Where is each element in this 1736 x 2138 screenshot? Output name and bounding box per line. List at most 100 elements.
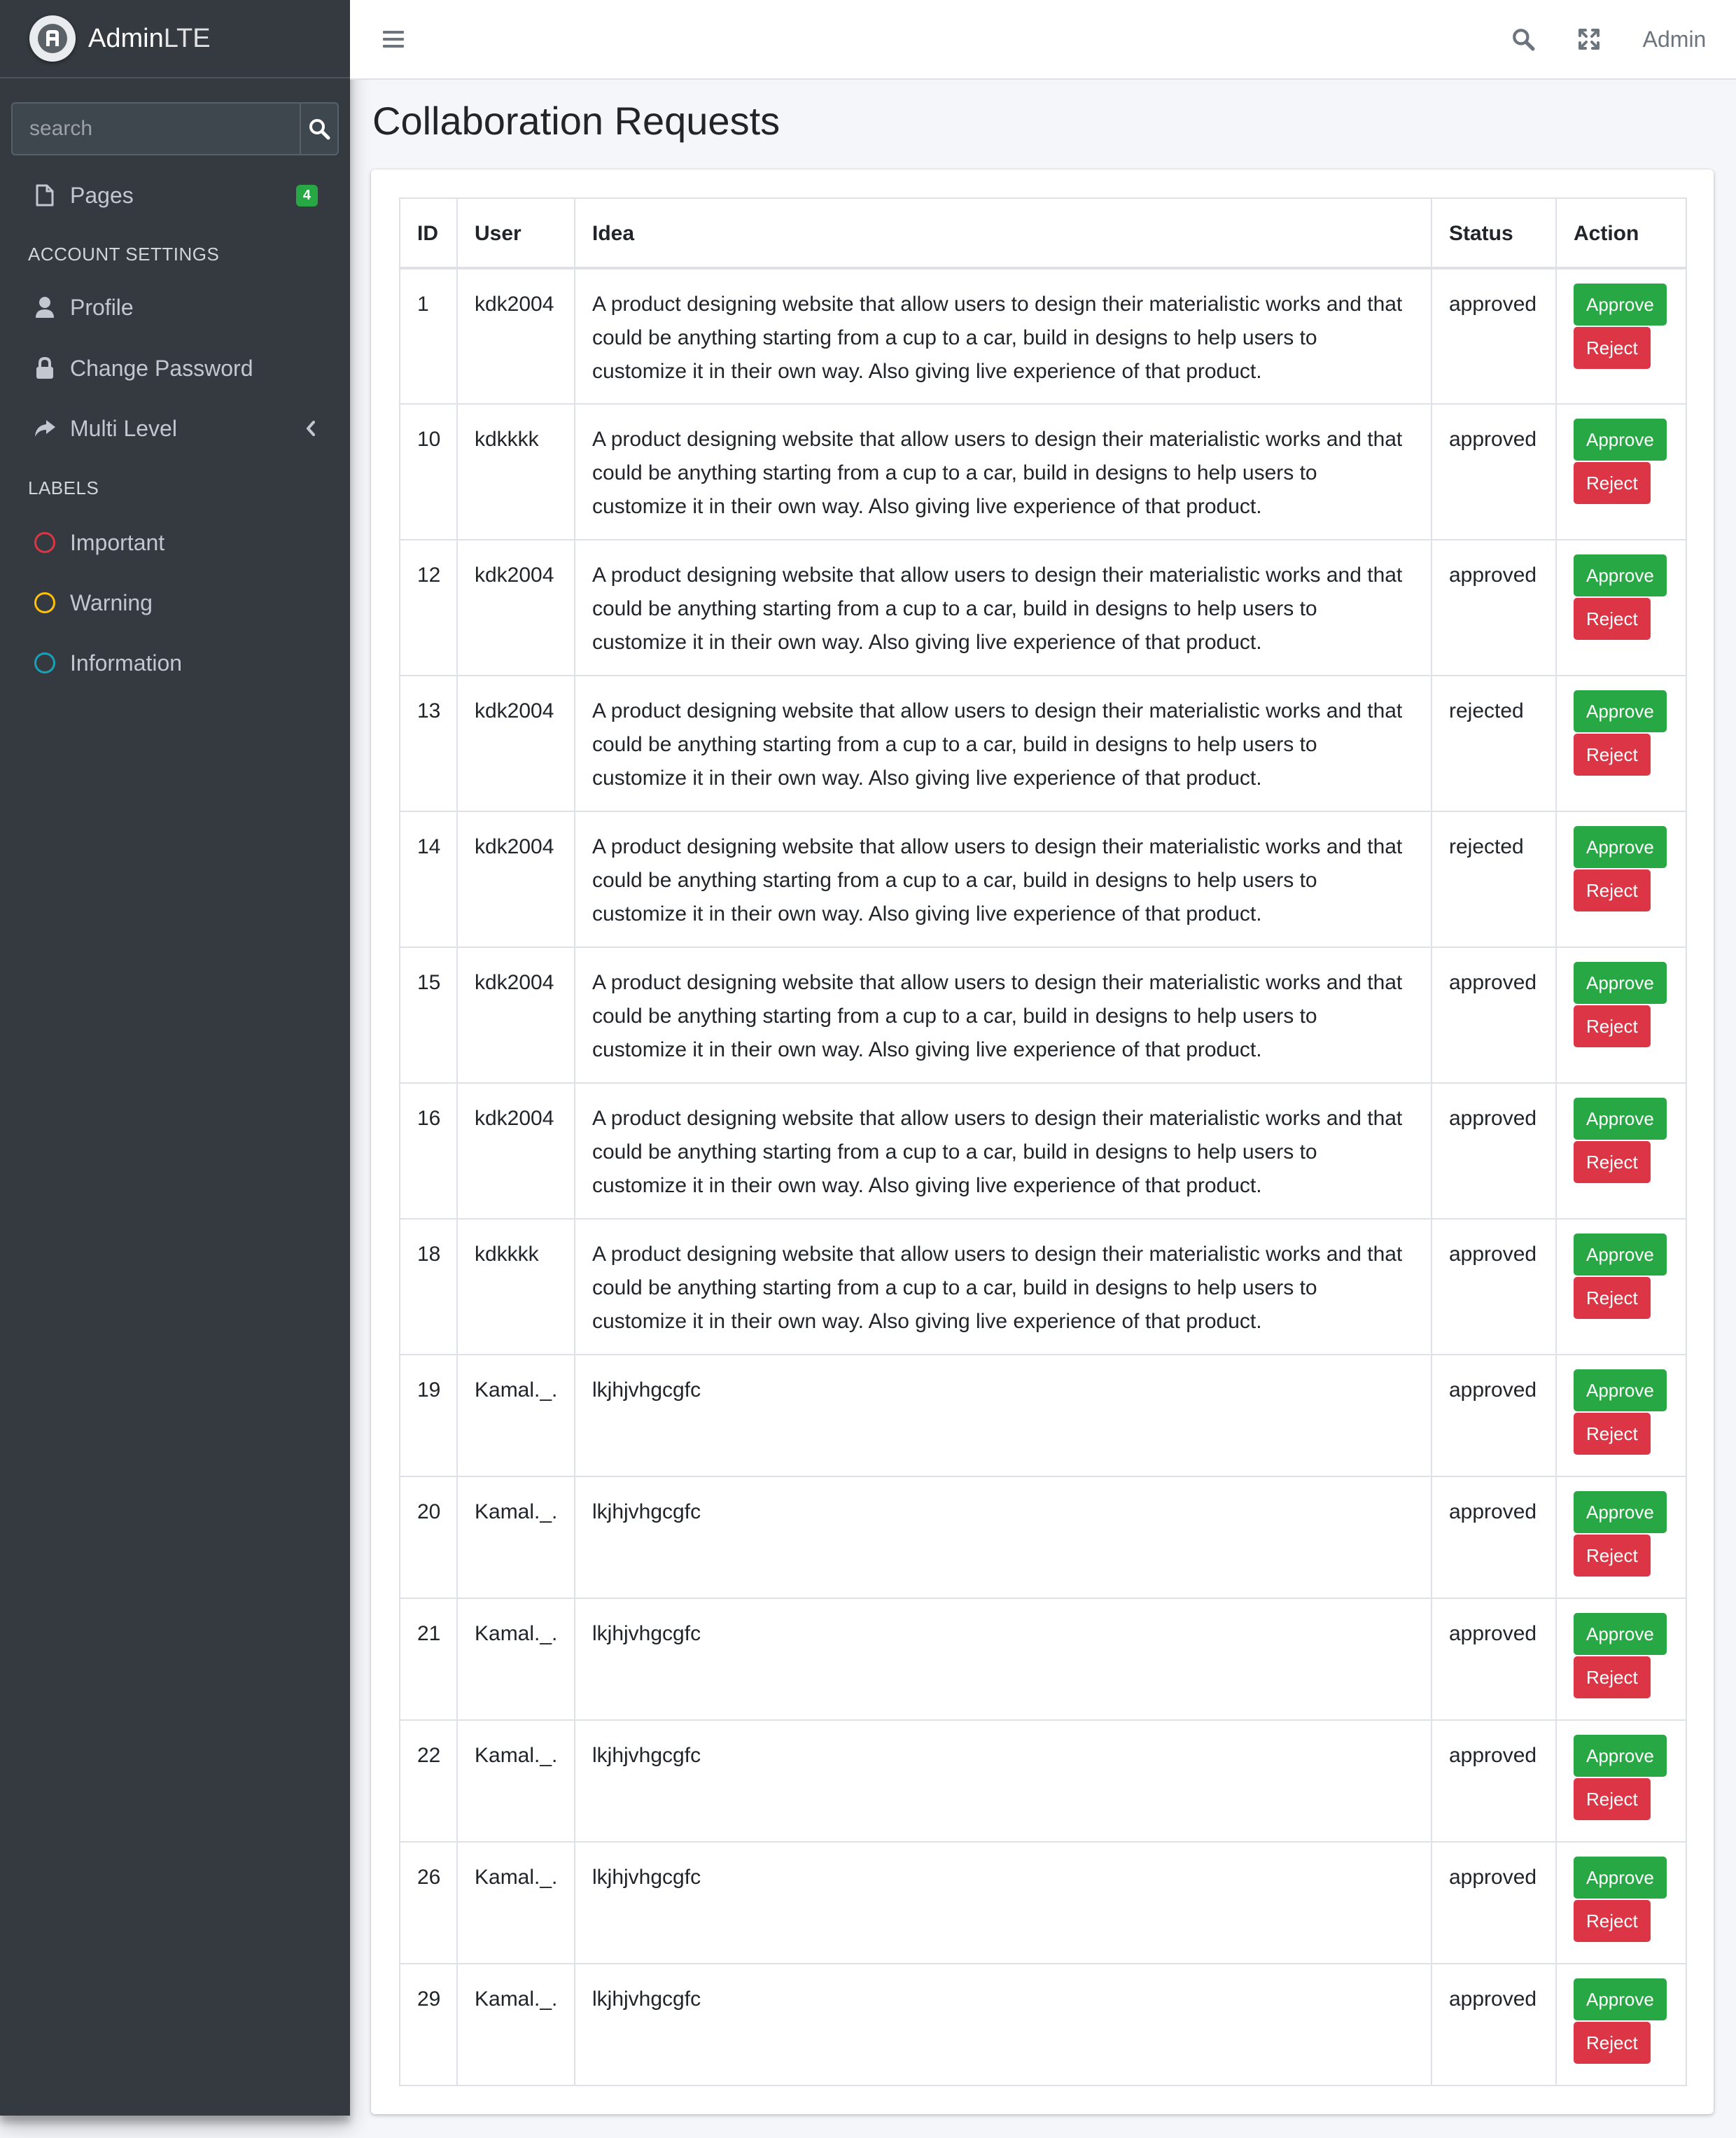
cell-id: 19 [399, 1354, 458, 1477]
table-row: 29 Kamal._. lkjhjvhgcgfc approved Approve Rej… [399, 1963, 1687, 2086]
cell-idea: lkjhjvhgcgfc [574, 1719, 1432, 1843]
approve-button[interactable]: Approve [1574, 826, 1667, 868]
action-buttons: Approve Reject [1574, 1234, 1669, 1319]
cell-action: Approve Reject [1555, 1841, 1687, 1964]
approve-button[interactable]: Approve [1574, 1491, 1667, 1533]
cell-user: kdk2004 [456, 539, 575, 676]
column-header-id: ID [399, 197, 458, 270]
approve-button[interactable]: Approve [1574, 419, 1667, 461]
sidebar-search-button[interactable] [300, 102, 339, 155]
cell-action: Approve Reject [1555, 811, 1687, 948]
reject-button[interactable]: Reject [1574, 1778, 1651, 1820]
sidebar-search-input[interactable] [11, 102, 300, 155]
reject-button[interactable]: Reject [1574, 1005, 1651, 1047]
action-buttons: Approve Reject [1574, 1491, 1669, 1577]
action-buttons: Approve Reject [1574, 419, 1669, 504]
approve-button[interactable]: Approve [1574, 284, 1667, 326]
sidebar-item-pages[interactable]: Pages 4 [11, 171, 339, 220]
column-header-action: Action [1555, 197, 1687, 270]
cell-user: kdkkkk [456, 403, 575, 540]
cell-status: approved [1431, 1719, 1557, 1843]
sidebar-item-label: Pages [70, 182, 134, 208]
cell-status: approved [1431, 1598, 1557, 1721]
approve-button[interactable]: Approve [1574, 1098, 1667, 1140]
navbar-search-button[interactable] [1498, 0, 1548, 78]
cell-user: kdk2004 [456, 267, 575, 405]
cell-action: Approve Reject [1555, 267, 1687, 405]
cell-idea: A product designing website that allow u… [574, 403, 1432, 540]
action-buttons: Approve Reject [1574, 554, 1669, 640]
approve-button[interactable]: Approve [1574, 1735, 1667, 1777]
reject-button[interactable]: Reject [1574, 1413, 1651, 1455]
reject-button[interactable]: Reject [1574, 1656, 1651, 1698]
cell-user: Kamal._. [456, 1841, 575, 1964]
reject-button[interactable]: Reject [1574, 1141, 1651, 1183]
action-buttons: Approve Reject [1574, 284, 1669, 369]
reject-button[interactable]: Reject [1574, 869, 1651, 911]
cell-action: Approve Reject [1555, 946, 1687, 1084]
reject-button[interactable]: Reject [1574, 1277, 1651, 1319]
sidebar-item-information[interactable]: Information [11, 638, 339, 687]
reject-button[interactable]: Reject [1574, 327, 1651, 369]
cell-user: kdk2004 [456, 811, 575, 948]
reject-button[interactable]: Reject [1574, 734, 1651, 776]
approve-button[interactable]: Approve [1574, 962, 1667, 1004]
approve-button[interactable]: Approve [1574, 1234, 1667, 1276]
cell-id: 13 [399, 675, 458, 812]
approve-button[interactable]: Approve [1574, 554, 1667, 596]
cell-action: Approve Reject [1555, 1963, 1687, 2086]
share-icon [25, 419, 64, 438]
cell-status: approved [1431, 1082, 1557, 1220]
sidebar-item-change-password[interactable]: Change Password [11, 344, 339, 393]
sidebar-item-important[interactable]: Important [11, 518, 339, 567]
requests-table: ID User Idea Status Action 1 kdk2004 A pro… [399, 197, 1687, 2086]
cell-user: Kamal._. [456, 1354, 575, 1477]
action-buttons: Approve Reject [1574, 826, 1669, 911]
cell-idea: lkjhjvhgcgfc [574, 1598, 1432, 1721]
expand-arrows-icon [1578, 29, 1600, 50]
search-icon [309, 119, 330, 140]
hamburger-icon [383, 31, 404, 48]
column-header-user: User [456, 197, 575, 270]
reject-button[interactable]: Reject [1574, 1900, 1651, 1942]
cell-id: 1 [399, 267, 458, 405]
sidebar-item-label: Multi Level [70, 415, 177, 441]
brand-link[interactable]: AdminLTE [0, 0, 350, 78]
cell-id: 16 [399, 1082, 458, 1220]
cell-user: kdkkkk [456, 1218, 575, 1355]
cell-status: approved [1431, 267, 1557, 405]
user-name: Admin [1642, 26, 1707, 52]
cell-action: Approve Reject [1555, 403, 1687, 540]
action-buttons: Approve Reject [1574, 1098, 1669, 1183]
labels-header: LABELS [28, 477, 99, 498]
reject-button[interactable]: Reject [1574, 2022, 1651, 2064]
reject-button[interactable]: Reject [1574, 462, 1651, 504]
cell-idea: lkjhjvhgcgfc [574, 1841, 1432, 1964]
sidebar-item-warning[interactable]: Warning [11, 578, 339, 627]
approve-button[interactable]: Approve [1574, 690, 1667, 732]
user-menu-link[interactable]: Admin [1632, 0, 1716, 78]
file-icon [25, 184, 64, 207]
cell-user: Kamal._. [456, 1719, 575, 1843]
sidebar-item-profile[interactable]: Profile [11, 283, 339, 332]
cell-status: approved [1431, 1963, 1557, 2086]
sidebar-item-multi-level[interactable]: Multi Level [11, 404, 339, 453]
reject-button[interactable]: Reject [1574, 1535, 1651, 1577]
cell-id: 14 [399, 811, 458, 948]
page-title: Collaboration Requests [372, 99, 780, 143]
sidebar-item-label: Profile [70, 294, 134, 320]
approve-button[interactable]: Approve [1574, 1978, 1667, 2020]
cell-user: kdk2004 [456, 946, 575, 1084]
approve-button[interactable]: Approve [1574, 1613, 1667, 1655]
top-navbar: Admin [350, 0, 1736, 80]
cell-idea: A product designing website that allow u… [574, 675, 1432, 812]
fullscreen-button[interactable] [1564, 0, 1614, 78]
approve-button[interactable]: Approve [1574, 1857, 1667, 1899]
cell-action: Approve Reject [1555, 1082, 1687, 1220]
menu-toggle-button[interactable] [371, 0, 416, 78]
reject-button[interactable]: Reject [1574, 598, 1651, 640]
cell-id: 21 [399, 1598, 458, 1721]
table-row: 16 kdk2004 A product designing website tha… [399, 1082, 1687, 1220]
cell-user: kdk2004 [456, 675, 575, 812]
approve-button[interactable]: Approve [1574, 1369, 1667, 1411]
